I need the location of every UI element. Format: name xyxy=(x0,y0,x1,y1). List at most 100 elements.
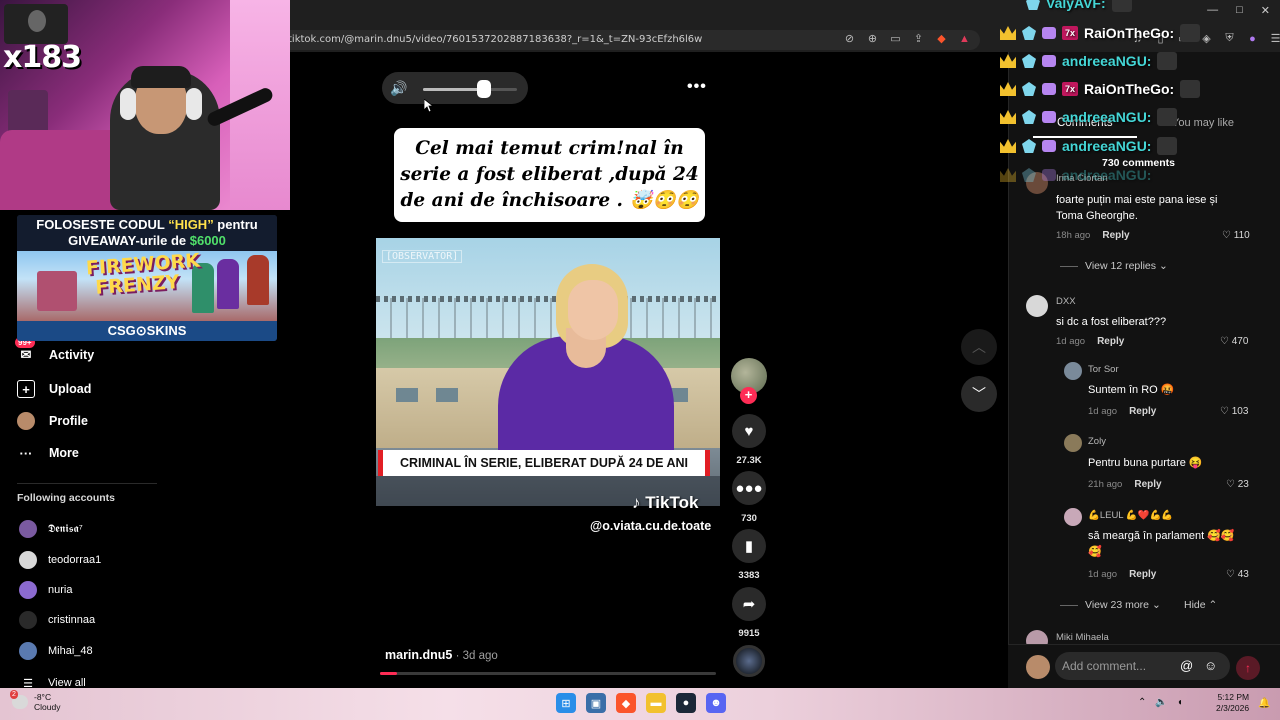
gem-badge-icon xyxy=(1022,168,1036,182)
chat-username: andreeaNGU: xyxy=(1062,138,1152,154)
activity-icon: 99+ ✉ xyxy=(15,337,35,364)
reply-meta: 1d ago Reply xyxy=(1088,569,1156,580)
zoom-icon[interactable]: ⊕ xyxy=(865,31,880,46)
streamer-webcam: x183 xyxy=(0,0,290,210)
discord-icon[interactable]: ☻ xyxy=(706,693,726,713)
headphone-icon xyxy=(120,88,136,120)
more-options-icon[interactable]: ••• xyxy=(687,78,707,96)
file-explorer-icon[interactable]: ▬ xyxy=(646,693,666,713)
view-more-replies-button[interactable]: View 23 more ⌄ xyxy=(1060,599,1161,611)
weather-temp: -8°C xyxy=(34,692,52,702)
notification-icon[interactable]: 🔔 xyxy=(1258,698,1270,709)
reply-button[interactable]: Reply xyxy=(1102,230,1129,241)
wallet-icon[interactable]: ◈ xyxy=(1199,31,1214,46)
send-comment-button[interactable]: ↑ xyxy=(1236,656,1260,680)
reply-avatar[interactable] xyxy=(1064,508,1082,526)
no-tracking-icon[interactable]: ⊘ xyxy=(842,31,857,46)
stream-counter: x183 xyxy=(3,40,82,75)
steam-icon[interactable]: ● xyxy=(676,693,696,713)
chevron-down-icon: ⌄ xyxy=(1158,260,1168,272)
heart-outline-icon: ♡ xyxy=(1220,336,1229,347)
reply-like[interactable]: ♡ 103 xyxy=(1220,406,1248,417)
maximize-button[interactable]: □ xyxy=(1236,4,1243,17)
sidebar-item-more[interactable]: ··· More xyxy=(17,444,79,462)
brave-browser-icon[interactable]: ◆ xyxy=(616,693,636,713)
video-anchor-face xyxy=(568,280,618,340)
reply-button[interactable]: Reply xyxy=(1129,569,1156,580)
video-window xyxy=(436,388,458,402)
menu-icon[interactable]: ☰ xyxy=(1268,31,1280,46)
comment-author[interactable]: DXX xyxy=(1056,296,1076,307)
share-icon[interactable]: ⇪ xyxy=(911,31,926,46)
close-window-button[interactable]: ✕ xyxy=(1261,4,1270,17)
screen: tiktok.com/@marin.dnu5/video/76015372028… xyxy=(0,0,1280,720)
windows-start-icon[interactable]: ⊞ xyxy=(556,693,576,713)
tray-chevron-icon[interactable]: ⌃ xyxy=(1138,697,1146,708)
share-button[interactable]: ➦ xyxy=(732,587,766,621)
volume-knob[interactable] xyxy=(477,80,492,98)
following-account[interactable]: nuria xyxy=(19,581,72,599)
following-account[interactable]: Mihai_48 xyxy=(19,642,93,660)
next-video-button[interactable]: ﹀ xyxy=(961,376,997,412)
sub-badge-icon xyxy=(1042,83,1056,95)
account-avatar xyxy=(19,611,37,629)
volume-tray-icon[interactable]: ◖ xyxy=(1177,697,1183,708)
mention-icon[interactable]: @ xyxy=(1180,658,1193,673)
reply-author[interactable]: Tor Sor xyxy=(1088,364,1119,375)
my-avatar xyxy=(1026,655,1050,679)
reply-like[interactable]: ♡ 43 xyxy=(1226,569,1249,580)
sub-badge-icon xyxy=(1042,111,1056,123)
cast-icon[interactable]: ▭ xyxy=(888,31,903,46)
emoji-icon[interactable]: ☺ xyxy=(1204,658,1217,673)
author-name[interactable]: marin.dnu5 xyxy=(385,648,452,662)
volume-slider[interactable] xyxy=(423,88,517,91)
task-view-icon[interactable]: ▣ xyxy=(586,693,606,713)
video-author[interactable]: marin.dnu5 · 3d ago xyxy=(385,648,498,662)
follow-plus-button[interactable]: + xyxy=(740,387,757,404)
vpn-icon[interactable]: ⛨ xyxy=(1222,31,1237,46)
hide-replies-button[interactable]: Hide ⌃ xyxy=(1184,599,1217,611)
following-account[interactable]: teodorraa1 xyxy=(19,551,101,569)
following-account[interactable]: 𝕯𝖊𝖓𝖎𝖘𝖆⁷ xyxy=(19,520,83,538)
comment-button[interactable]: ●●● xyxy=(732,471,766,505)
comment-input-placeholder[interactable]: Add comment... xyxy=(1062,659,1146,673)
view-replies-button[interactable]: View 12 replies ⌄ xyxy=(1060,260,1168,272)
watermark-text: TikTok xyxy=(645,493,699,512)
brave-rewards-icon[interactable]: ▲ xyxy=(957,31,972,46)
volume-icon[interactable]: 🔊 xyxy=(390,80,407,97)
reply-author[interactable]: Zoly xyxy=(1088,436,1106,447)
leo-icon[interactable]: ● xyxy=(1245,31,1260,46)
reply-button[interactable]: Reply xyxy=(1134,479,1161,490)
previous-video-button[interactable]: ︿ xyxy=(961,329,997,365)
reply-author[interactable]: 💪LEUL 💪❤️💪💪 xyxy=(1088,510,1173,521)
reply-button[interactable]: Reply xyxy=(1129,406,1156,417)
following-account[interactable]: cristinnaa xyxy=(19,611,95,629)
comment-avatar[interactable] xyxy=(1026,295,1048,317)
reply-avatar[interactable] xyxy=(1064,362,1082,380)
tab-you-may-like[interactable]: You may like xyxy=(1172,117,1234,129)
channel-logo: [OBSERVATOR] xyxy=(382,250,463,263)
reply-button[interactable]: Reply xyxy=(1097,336,1124,347)
like-button[interactable]: ♥ xyxy=(732,414,766,448)
comment-like[interactable]: ♡ 110 xyxy=(1222,230,1250,241)
minimize-button[interactable]: — xyxy=(1207,4,1218,17)
sidebar-item-profile[interactable]: Profile xyxy=(17,412,88,430)
video-player[interactable]: [OBSERVATOR] CRIMINAL ÎN SERIE, ELIBERAT… xyxy=(376,238,720,506)
taskbar-clock[interactable]: 5:12 PM 2/3/2026 xyxy=(1216,692,1249,714)
sidebar-divider xyxy=(17,483,157,484)
save-button[interactable]: ▮ xyxy=(732,529,766,563)
comment-like[interactable]: ♡ 470 xyxy=(1220,336,1248,347)
sponsor-text: FOLOSESTE CODUL “HIGH” pentru GIVEAWAY-u… xyxy=(17,215,277,251)
crown-badge-icon xyxy=(1000,110,1016,124)
brave-shield-icon[interactable]: ◆ xyxy=(934,31,949,46)
comment-author[interactable]: Miki Mihaela xyxy=(1056,632,1109,643)
reply-like[interactable]: ♡ 23 xyxy=(1226,479,1249,490)
reply-avatar[interactable] xyxy=(1064,434,1082,452)
sidebar-item-activity[interactable]: 99+ ✉ Activity xyxy=(15,337,94,364)
weather-widget[interactable]: 2 -8°C Cloudy xyxy=(10,690,60,712)
address-bar-url[interactable]: tiktok.com/@marin.dnu5/video/76015372028… xyxy=(288,34,702,45)
music-disc-icon[interactable] xyxy=(733,645,765,677)
speaker-icon[interactable]: 🔈 xyxy=(1155,697,1167,708)
video-progress-bar[interactable] xyxy=(380,672,716,675)
sidebar-item-upload[interactable]: + Upload xyxy=(17,380,91,398)
